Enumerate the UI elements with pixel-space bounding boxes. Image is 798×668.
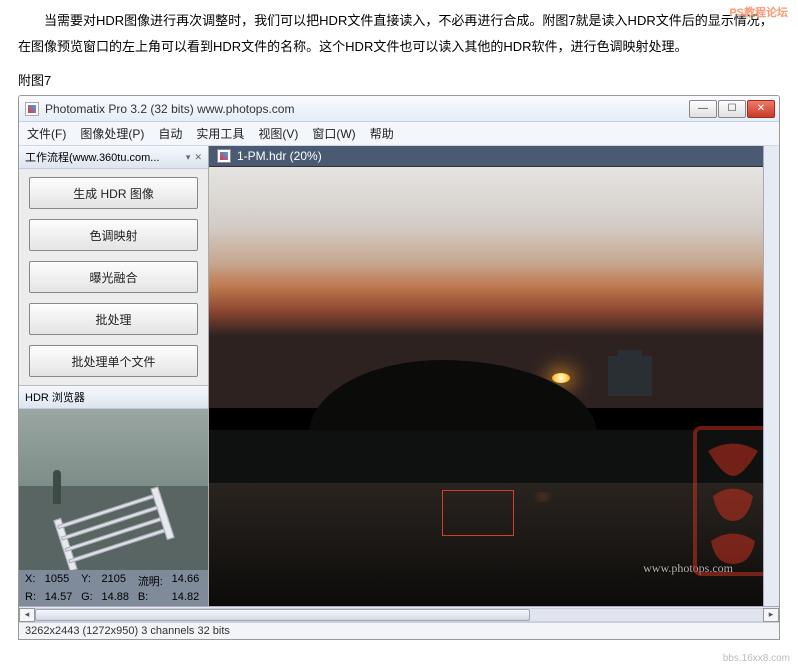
- panel-collapse-icon[interactable]: ▾: [186, 152, 191, 163]
- b-value: 14.82: [172, 591, 202, 603]
- batch-single-button[interactable]: 批处理单个文件: [29, 345, 198, 377]
- scroll-left-arrow[interactable]: ◂: [19, 608, 35, 622]
- document-icon: [217, 149, 231, 163]
- vertical-scrollbar-body[interactable]: [763, 167, 779, 606]
- b-label: B:: [138, 591, 166, 603]
- document-area: 1-PM.hdr (20%) www.photops.com: [209, 146, 779, 606]
- lum-label: 流明:: [138, 573, 166, 589]
- x-value: 1055: [45, 573, 75, 589]
- hdr-browser-preview[interactable]: [19, 409, 208, 570]
- vertical-scrollbar[interactable]: [763, 146, 779, 167]
- menu-window[interactable]: 窗口(W): [312, 125, 355, 142]
- hdr-browser-header[interactable]: HDR 浏览器: [19, 386, 208, 409]
- menu-auto[interactable]: 自动: [158, 125, 182, 142]
- workflow-panel: 生成 HDR 图像 色调映射 曝光融合 批处理 批处理单个文件: [19, 169, 208, 386]
- image-preview[interactable]: www.photops.com: [209, 167, 763, 606]
- scroll-thumb[interactable]: [35, 609, 530, 621]
- window-title: Photomatix Pro 3.2 (32 bits) www.photops…: [45, 102, 294, 116]
- g-value: 14.88: [102, 591, 132, 603]
- statusbar: 3262x2443 (1272x950) 3 channels 32 bits: [19, 622, 779, 639]
- titlebar[interactable]: Photomatix Pro 3.2 (32 bits) www.photops…: [19, 96, 779, 122]
- exposure-fusion-button[interactable]: 曝光融合: [29, 261, 198, 293]
- workflow-panel-header[interactable]: 工作流程(www.360tu.com... ▾ ✕: [19, 146, 208, 169]
- intro-line-2: 在图像预览窗口的左上角可以看到HDR文件的名称。这个HDR文件也可以读入其他的H…: [18, 36, 780, 58]
- page-watermark-bottom: bbs.16xx8.com: [723, 653, 790, 664]
- menubar: 文件(F) 图像处理(P) 自动 实用工具 视图(V) 窗口(W) 帮助: [19, 122, 779, 146]
- app-window: Photomatix Pro 3.2 (32 bits) www.photops…: [18, 95, 780, 640]
- left-column: 工作流程(www.360tu.com... ▾ ✕ 生成 HDR 图像 色调映射…: [19, 146, 209, 606]
- workflow-title: 工作流程(www.360tu.com...: [25, 149, 159, 165]
- menu-image-process[interactable]: 图像处理(P): [80, 125, 144, 142]
- g-label: G:: [81, 591, 95, 603]
- scroll-track[interactable]: [35, 608, 763, 622]
- content-area: 工作流程(www.360tu.com... ▾ ✕ 生成 HDR 图像 色调映射…: [19, 146, 779, 606]
- lum-value: 14.66: [172, 573, 202, 589]
- y-label: Y:: [81, 573, 95, 589]
- red-seal-watermark: [693, 426, 763, 576]
- maximize-button[interactable]: ☐: [718, 100, 746, 118]
- document-title: 1-PM.hdr (20%): [237, 149, 322, 163]
- menu-tools[interactable]: 实用工具: [196, 125, 244, 142]
- page-watermark-top: PS教程论坛: [729, 4, 788, 20]
- hdr-browser-title: HDR 浏览器: [25, 389, 85, 405]
- selection-rectangle[interactable]: [442, 490, 514, 536]
- r-value: 14.57: [45, 591, 75, 603]
- app-icon: [25, 102, 39, 116]
- menu-file[interactable]: 文件(F): [27, 125, 66, 142]
- hdr-browser-panel: X: 1055 Y: 2105 流明: 14.66 R: 14.57 G: 14.88 B…: [19, 409, 208, 606]
- horizontal-scrollbar[interactable]: ◂ ▸: [19, 606, 779, 622]
- menu-help[interactable]: 帮助: [370, 125, 394, 142]
- batch-button[interactable]: 批处理: [29, 303, 198, 335]
- minimize-button[interactable]: —: [689, 100, 717, 118]
- building-silhouette: [608, 356, 652, 396]
- tone-mapping-button[interactable]: 色调映射: [29, 219, 198, 251]
- hdr-browser-info: X: 1055 Y: 2105 流明: 14.66 R: 14.57 G: 14.88 B…: [19, 570, 208, 606]
- generate-hdr-button[interactable]: 生成 HDR 图像: [29, 177, 198, 209]
- panel-close-icon[interactable]: ✕: [194, 152, 202, 163]
- close-button[interactable]: ✕: [747, 100, 775, 118]
- intro-text: 当需要对HDR图像进行再次调整时，我们可以把HDR文件直接读入，不必再进行合成。…: [0, 0, 798, 58]
- menu-view[interactable]: 视图(V): [258, 125, 298, 142]
- r-label: R:: [25, 591, 39, 603]
- figure-caption: 附图7: [0, 62, 798, 95]
- document-tab[interactable]: 1-PM.hdr (20%): [209, 146, 763, 167]
- intro-line-1: 当需要对HDR图像进行再次调整时，我们可以把HDR文件直接读入，不必再进行合成。…: [18, 10, 780, 32]
- x-label: X:: [25, 573, 39, 589]
- y-value: 2105: [102, 573, 132, 589]
- scroll-right-arrow[interactable]: ▸: [763, 608, 779, 622]
